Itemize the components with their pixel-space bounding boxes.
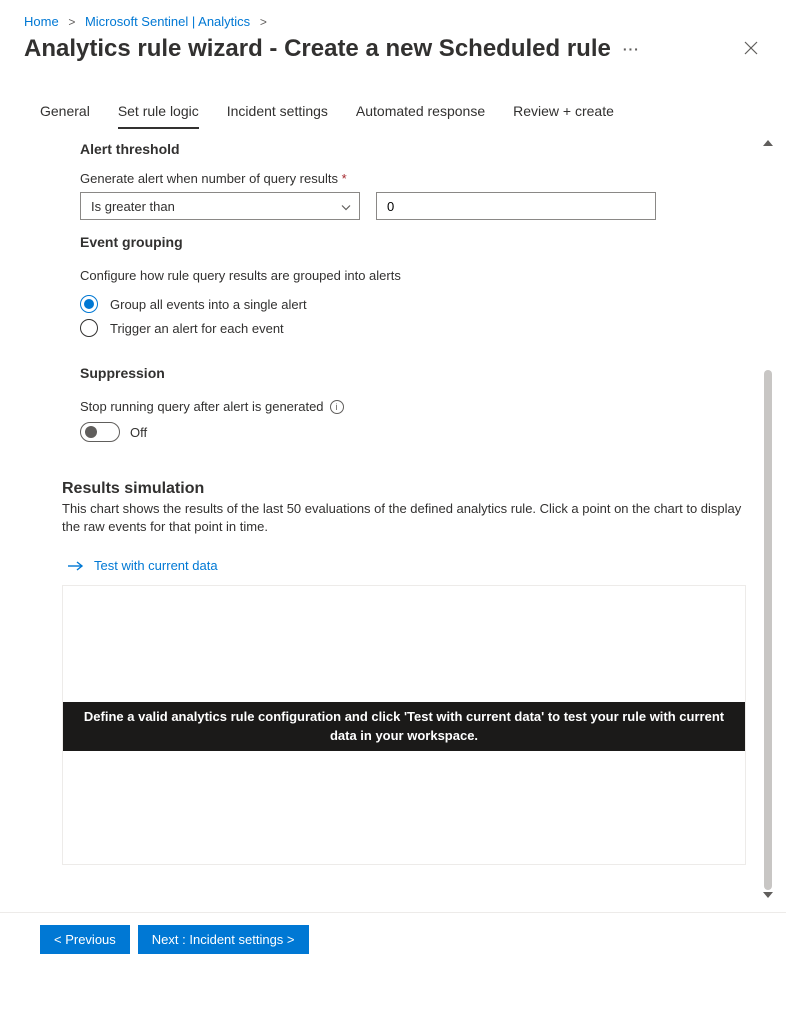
breadcrumb-separator: > [260, 15, 267, 29]
alert-threshold-label-text: Generate alert when number of query resu… [80, 171, 338, 186]
breadcrumb-sentinel-analytics[interactable]: Microsoft Sentinel | Analytics [85, 14, 250, 29]
radio-trigger-each-label: Trigger an alert for each event [110, 321, 284, 336]
radio-group-all[interactable]: Group all events into a single alert [80, 295, 746, 313]
threshold-value-input[interactable] [376, 192, 656, 220]
page-title-text: Analytics rule wizard - Create a new Sch… [24, 35, 611, 63]
results-simulation-description: This chart shows the results of the last… [62, 500, 746, 536]
breadcrumb: Home > Microsoft Sentinel | Analytics > [0, 0, 786, 35]
breadcrumb-home[interactable]: Home [24, 14, 59, 29]
section-suppression: Suppression [80, 365, 746, 381]
radio-group-all-label: Group all events into a single alert [110, 297, 307, 312]
chart-overlay-message: Define a valid analytics rule configurat… [63, 702, 745, 750]
previous-button[interactable]: < Previous [40, 925, 130, 954]
more-icon[interactable]: ··· [623, 41, 640, 57]
toggle-knob [85, 426, 97, 438]
scroll-thumb[interactable] [764, 370, 772, 890]
tabs: General Set rule logic Incident settings… [0, 75, 786, 129]
section-alert-threshold: Alert threshold [80, 141, 746, 157]
event-grouping-description: Configure how rule query results are gro… [80, 268, 746, 283]
tab-automated-response[interactable]: Automated response [356, 103, 485, 129]
footer: < Previous Next : Incident settings > [0, 912, 786, 954]
arrow-right-icon [68, 561, 84, 571]
close-icon [744, 41, 758, 55]
close-button[interactable] [740, 37, 762, 62]
tab-review-create[interactable]: Review + create [513, 103, 614, 129]
tab-incident-settings[interactable]: Incident settings [227, 103, 328, 129]
info-icon[interactable]: i [330, 400, 344, 414]
scroll-up-icon [763, 140, 773, 146]
tab-general[interactable]: General [40, 103, 90, 129]
next-button[interactable]: Next : Incident settings > [138, 925, 309, 954]
required-indicator: * [342, 171, 347, 186]
chevron-down-icon [341, 199, 351, 214]
section-event-grouping: Event grouping [80, 234, 746, 250]
radio-trigger-each[interactable]: Trigger an alert for each event [80, 319, 746, 337]
section-results-simulation: Results simulation [62, 480, 746, 498]
alert-threshold-label: Generate alert when number of query resu… [80, 171, 746, 186]
test-link-label: Test with current data [94, 558, 218, 573]
radio-icon [80, 295, 98, 313]
scroll-down-icon [763, 892, 773, 898]
operator-select-value: Is greater than [91, 199, 175, 214]
test-with-current-data-link[interactable]: Test with current data [68, 558, 746, 573]
vertical-scrollbar[interactable] [764, 140, 772, 898]
suppression-toggle[interactable] [80, 422, 120, 442]
suppression-state-text: Off [130, 425, 147, 440]
suppression-label: Stop running query after alert is genera… [80, 399, 324, 414]
radio-icon [80, 319, 98, 337]
tab-set-rule-logic[interactable]: Set rule logic [118, 103, 199, 129]
operator-select[interactable]: Is greater than [80, 192, 360, 220]
breadcrumb-separator: > [68, 15, 75, 29]
page-title: Analytics rule wizard - Create a new Sch… [24, 35, 640, 63]
results-chart-area: Define a valid analytics rule configurat… [62, 585, 746, 865]
